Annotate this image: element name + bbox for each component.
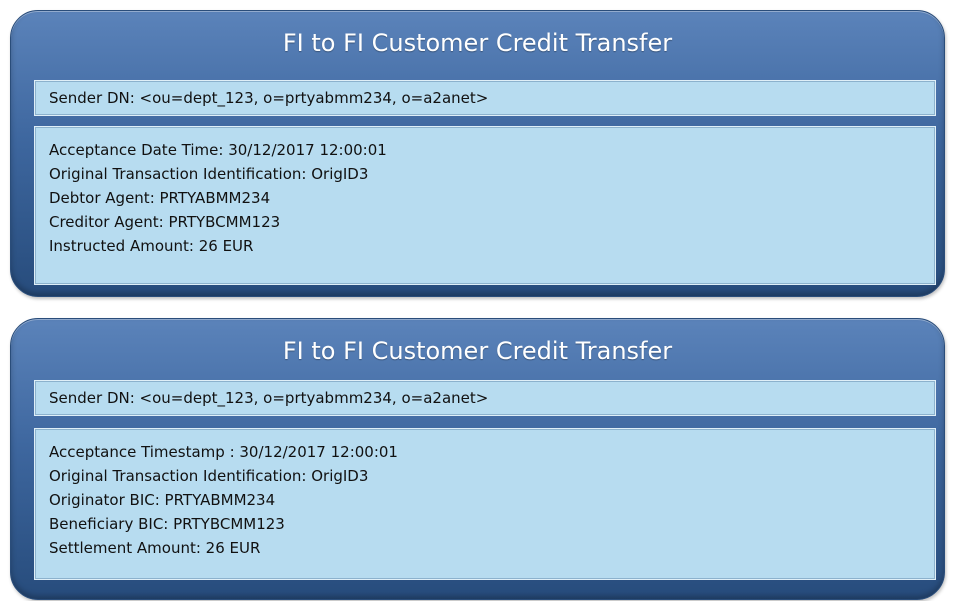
acceptance-timestamp: Acceptance Timestamp : 30/12/2017 12:00:…: [49, 443, 398, 461]
instructed-amount: Instructed Amount: 26 EUR: [49, 237, 254, 255]
acceptance-datetime: Acceptance Date Time: 30/12/2017 12:00:0…: [49, 141, 387, 159]
beneficiary-bic: Beneficiary BIC: PRTYBCMM123: [49, 515, 285, 533]
debtor-agent: Debtor Agent: PRTYABMM234: [49, 189, 271, 207]
message-card-1: FI to FI Customer Credit Transfer Sender…: [10, 10, 945, 297]
sender-dn: Sender DN: <ou=dept_123, o=prtyabmm234, …: [34, 380, 936, 416]
sender-dn: Sender DN: <ou=dept_123, o=prtyabmm234, …: [34, 80, 936, 116]
message-details: Acceptance Timestamp : 30/12/2017 12:00:…: [34, 428, 936, 580]
message-card-2: FI to FI Customer Credit Transfer Sender…: [10, 318, 945, 600]
card-title: FI to FI Customer Credit Transfer: [282, 337, 673, 365]
card-title: FI to FI Customer Credit Transfer: [282, 29, 673, 57]
original-transaction-id: Original Transaction Identification: Ori…: [49, 165, 369, 183]
message-details: Acceptance Date Time: 30/12/2017 12:00:0…: [34, 126, 936, 285]
creditor-agent: Creditor Agent: PRTYBCMM123: [49, 213, 281, 231]
settlement-amount: Settlement Amount: 26 EUR: [49, 539, 261, 557]
original-transaction-id: Original Transaction Identification: Ori…: [49, 467, 369, 485]
originator-bic: Originator BIC: PRTYABMM234: [49, 491, 276, 509]
